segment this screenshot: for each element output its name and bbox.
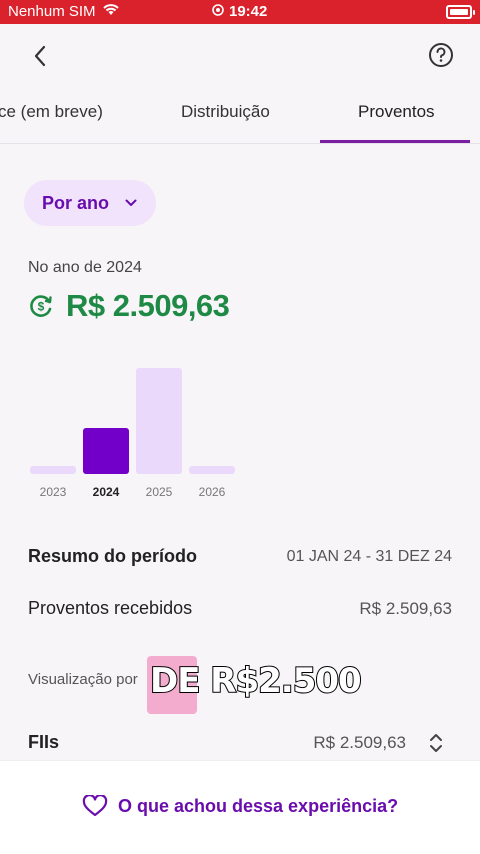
received-value: R$ 2.509,63: [359, 598, 452, 618]
dollar-cycle-icon: $: [30, 295, 52, 317]
chevron-down-icon: [125, 199, 137, 206]
battery-icon: [446, 5, 475, 19]
carrier-info: Nenhum SIM: [8, 0, 120, 24]
fiis-label: FIIs: [28, 732, 60, 752]
breakdown-subtitle: Visualização por: [28, 671, 138, 688]
bar-2026[interactable]: [189, 466, 235, 474]
time-label: 19:42: [229, 3, 268, 20]
bar-2024[interactable]: [83, 428, 129, 474]
active-tab-indicator: [320, 140, 470, 143]
tab-distribuicao[interactable]: Distribuição: [181, 102, 270, 122]
top-navigation: [0, 24, 480, 88]
question-circle-icon: [429, 43, 453, 67]
period-summary-label: Resumo do período: [28, 546, 198, 566]
period-summary-row: Resumo do período 01 JAN 24 - 31 DEZ 24: [28, 546, 452, 567]
x-tick-2024: 2024: [92, 485, 120, 499]
wifi-icon: [102, 0, 120, 24]
carrier-label: Nenhum SIM: [8, 3, 96, 20]
clock: 19:42: [212, 0, 267, 24]
fiis-value: R$ 2.509,63: [313, 733, 406, 752]
annual-income-chart: 2023 2024 2025 2026: [30, 360, 244, 510]
x-tick-2023: 2023: [39, 485, 67, 499]
tab-bar: ce (em breve) Distribuição Proventos: [0, 88, 480, 144]
bar-2023[interactable]: [30, 466, 76, 474]
feedback-bar: O que achou dessa experiência?: [0, 760, 480, 854]
total-row: $ R$ 2.509,63: [28, 288, 230, 324]
bar-2025[interactable]: [136, 368, 182, 474]
alarm-icon: [212, 0, 224, 24]
period-filter-dropdown[interactable]: Por ano: [24, 180, 156, 226]
feedback-button[interactable]: O que achou dessa experiência?: [82, 795, 398, 817]
chevron-left-icon: [34, 45, 46, 67]
heart-icon: [82, 795, 108, 817]
sort-updown-icon[interactable]: [426, 730, 446, 756]
tab-proventos[interactable]: Proventos: [358, 102, 435, 122]
year-label: No ano de 2024: [28, 259, 142, 276]
status-bar: Nenhum SIM 19:42: [0, 0, 480, 24]
x-tick-2025: 2025: [145, 485, 173, 499]
back-button[interactable]: [22, 38, 58, 74]
fiis-row[interactable]: FIIs R$ 2.509,63: [28, 728, 452, 758]
received-label: Proventos recebidos: [28, 598, 193, 618]
total-value: R$ 2.509,63: [66, 288, 230, 323]
period-filter-label: Por ano: [42, 192, 110, 213]
received-row: Proventos recebidos R$ 2.509,63: [28, 598, 452, 619]
svg-text:$: $: [38, 300, 45, 314]
overlay-caption: DE R$2.500: [149, 660, 363, 702]
feedback-label: O que achou dessa experiência?: [118, 795, 399, 816]
x-tick-2026: 2026: [198, 485, 226, 499]
period-range: 01 JAN 24 - 31 DEZ 24: [286, 547, 452, 565]
tab-em-breve[interactable]: ce (em breve): [0, 102, 103, 122]
help-button[interactable]: [426, 40, 456, 70]
